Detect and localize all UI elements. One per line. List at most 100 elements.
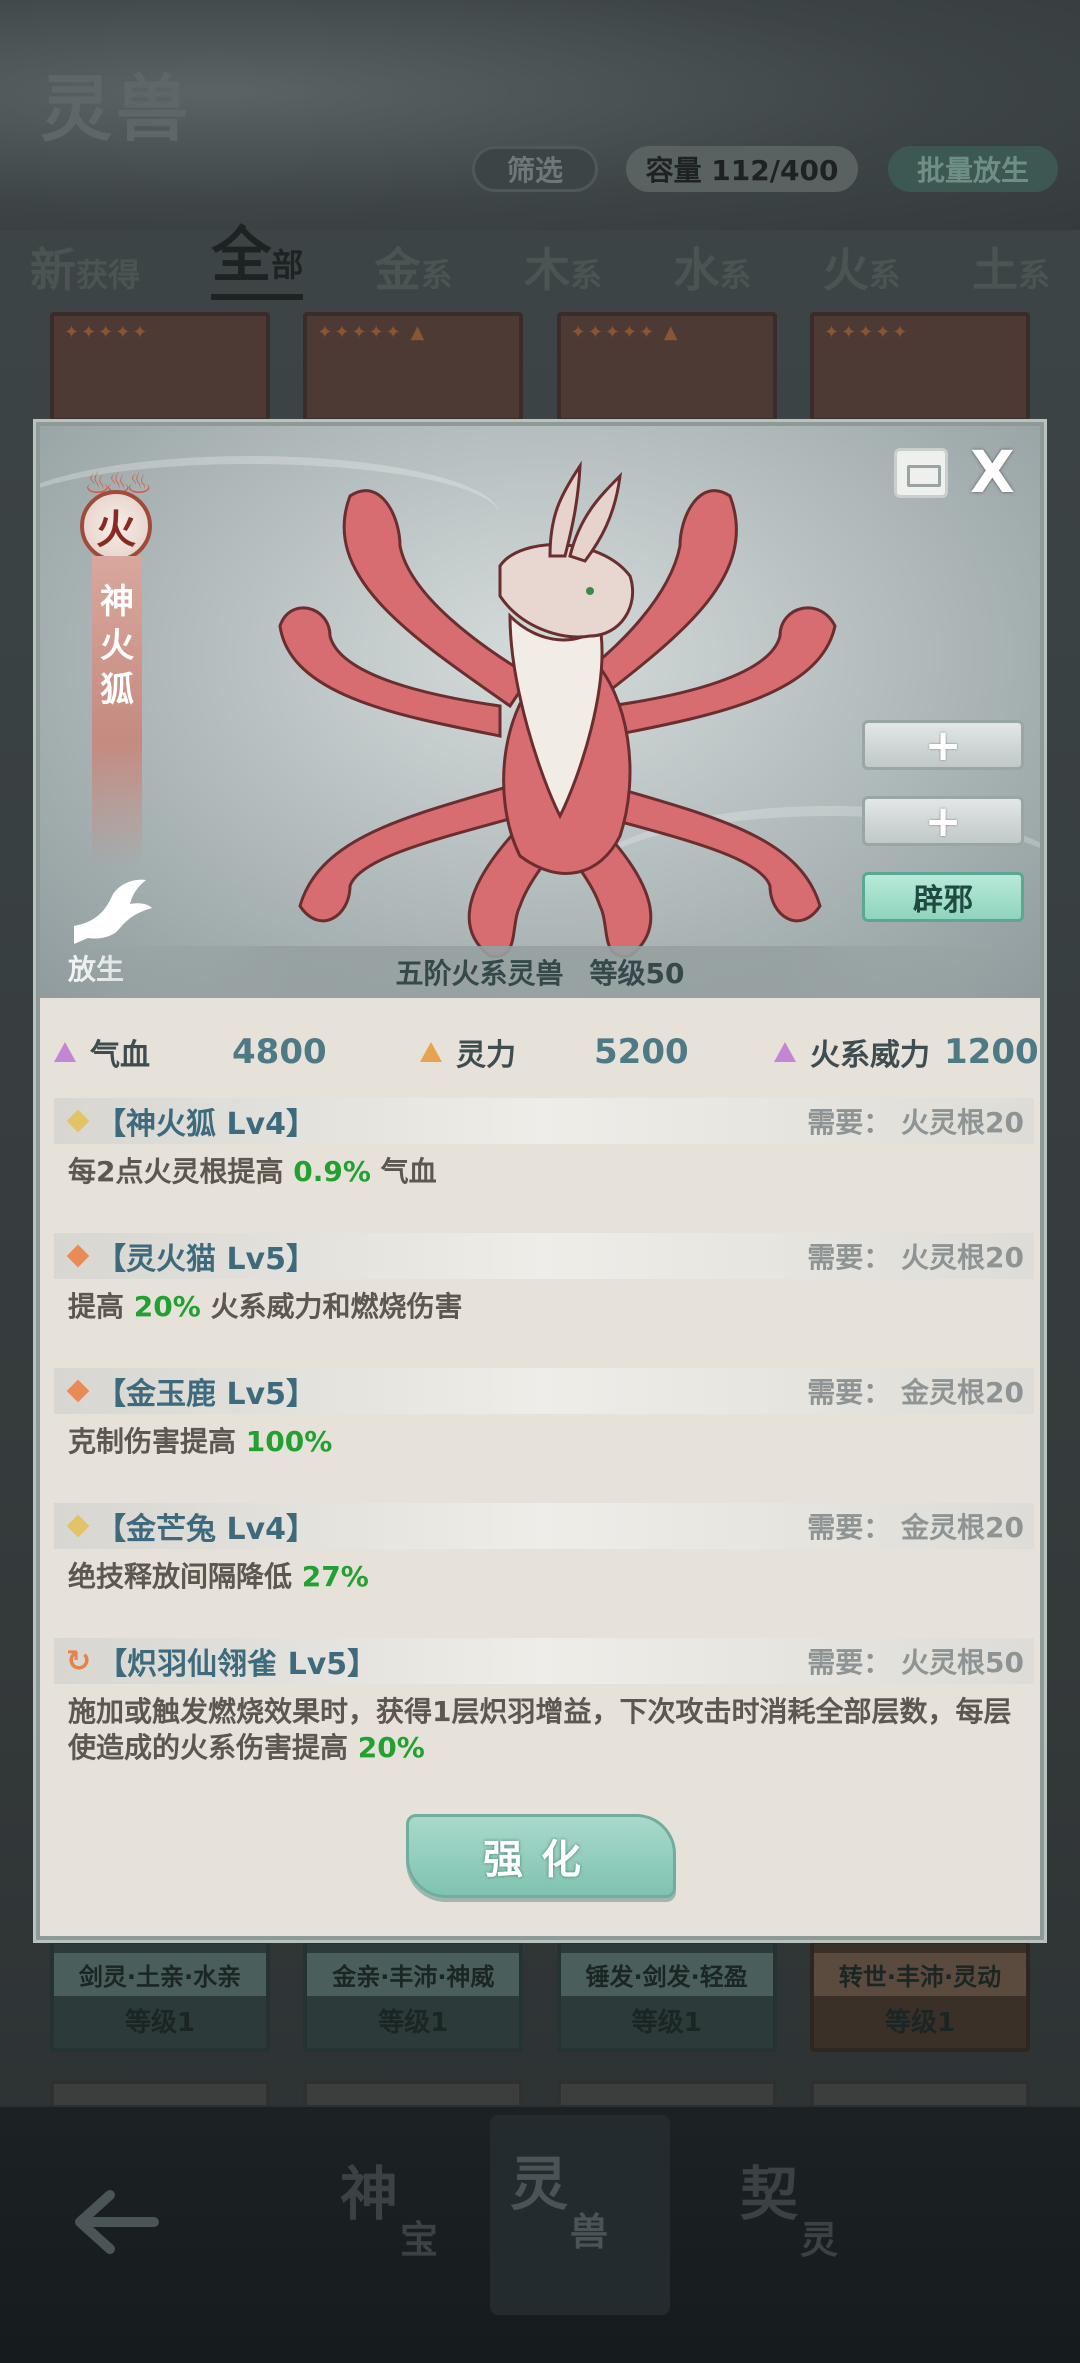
skill-requirement: 需要： 火灵根20 — [807, 1241, 1024, 1274]
skill-header: 【神火狐 Lv4】 需要： 火灵根20 — [54, 1098, 1034, 1144]
add-slot-button[interactable]: + — [862, 796, 1024, 847]
skill-requirement: 需要： 火灵根20 — [807, 1106, 1024, 1139]
skill-requirement: 需要： 金灵根20 — [807, 1511, 1024, 1544]
skill-description: 施加或触发燃烧效果时，获得1层炽羽增益，下次攻击时消耗全部层数，每层使造成的火系… — [68, 1695, 1012, 1764]
beast-card[interactable]: ✦✦✦✦✦ ▲ — [303, 312, 524, 422]
tab-wood[interactable]: 木系 — [524, 234, 602, 300]
diamond-icon — [66, 1244, 90, 1268]
stat-value: 4800 — [232, 1032, 327, 1072]
beast-rank-bar: 五阶火系灵兽 等级50 — [40, 946, 1040, 998]
skill-requirement: 需要： 火灵根50 — [807, 1646, 1024, 1679]
star-rating-icon: ✦✦✦✦✦ — [64, 322, 150, 343]
tab-fire[interactable]: 火系 — [823, 234, 901, 300]
beast-name-char: 火 — [100, 626, 134, 666]
triangle-icon — [54, 1042, 76, 1062]
skill-header: 【金芒兔 Lv4】 需要： 金灵根20 — [54, 1503, 1034, 1549]
skill-requirement: 需要： 金灵根20 — [807, 1376, 1024, 1409]
filter-button[interactable]: 筛选 — [472, 146, 598, 192]
skill-title: 【神火狐 Lv4】 — [96, 1107, 316, 1142]
tab-new[interactable]: 新获得 — [30, 234, 140, 300]
beast-card-tags: 锤发·剑发·轻盈 — [560, 1953, 773, 1996]
element-tabs: 新获得 全部 金系 木系 水系 火系 土系 — [30, 220, 1050, 300]
tab-earth[interactable]: 土系 — [972, 234, 1050, 300]
skill-description: 提高 20% 火系威力和燃烧伤害 — [68, 1290, 463, 1323]
skill-title: 【金玉鹿 Lv5】 — [96, 1377, 316, 1412]
beast-card-row-top: ✦✦✦✦✦ ✦✦✦✦✦ ▲ ✦✦✦✦✦ ▲ ✦✦✦✦✦ — [50, 312, 1030, 422]
skill-item: 【金芒兔 Lv4】 需要： 金灵根20 绝技释放间隔降低 27% — [54, 1503, 1034, 1605]
skill-item: 【神火狐 Lv4】 需要： 火灵根20 每2点火灵根提高 0.9% 气血 — [54, 1098, 1034, 1200]
stat-hp: 气血 — [54, 1030, 150, 1074]
stat-value: 5200 — [594, 1032, 689, 1072]
skill-description: 绝技释放间隔降低 27% — [68, 1560, 369, 1593]
add-slot-button[interactable]: + — [862, 720, 1024, 771]
beast-card-level: 等级1 — [378, 2008, 449, 2038]
beast-level-text: 等级50 — [589, 957, 685, 990]
fire-element-badge: 火 — [80, 490, 152, 562]
page-title: 灵兽 — [40, 66, 193, 151]
skill-header: ↻ 【炽羽仙翎雀 Lv5】 需要： 火灵根50 — [54, 1638, 1034, 1684]
star-rating-icon: ✦✦✦✦✦ — [823, 322, 910, 343]
tab-metal[interactable]: 金系 — [375, 234, 453, 300]
skill-item: ↻ 【炽羽仙翎雀 Lv5】 需要： 火灵根50 施加或触发燃烧效果时，获得1层炽羽… — [54, 1638, 1034, 1776]
beast-card[interactable]: ✦✦✦✦✦ ▲ — [556, 312, 777, 422]
diamond-icon — [66, 1514, 90, 1538]
stat-value: 1200 — [944, 1032, 1039, 1072]
stat-label: 气血 — [90, 1038, 150, 1073]
diamond-icon — [66, 1109, 90, 1133]
beast-card[interactable]: ✦✦✦✦✦ — [50, 312, 270, 422]
skill-description: 克制伤害提高 100% — [68, 1425, 333, 1458]
tab-all[interactable]: 全部 — [211, 207, 304, 300]
enhance-button[interactable]: 强化 — [406, 1814, 676, 1898]
stat-fire-power: 火系威力 — [774, 1030, 930, 1074]
beast-portrait-panel: ♨♨♨ 火 神 火 狐 放生 — [40, 426, 1040, 998]
beast-card-tags: 金亲·丰沛·神威 — [307, 1953, 520, 1996]
refresh-icon: ↻ — [66, 1643, 92, 1679]
back-arrow-icon[interactable] — [70, 2187, 160, 2257]
tab-water[interactable]: 水系 — [673, 234, 751, 300]
stats-row: 气血 4800 灵力 5200 火系威力 1200 — [54, 1024, 1039, 1080]
beast-rank-text: 五阶火系灵兽 — [395, 957, 564, 990]
nav-contract-spirit[interactable]: 契灵 — [720, 2147, 900, 2307]
beast-card[interactable]: 锤发·剑发·轻盈 等级1 — [556, 1940, 777, 2052]
skill-title: 【金芒兔 Lv4】 — [96, 1512, 316, 1547]
beast-card[interactable]: 剑灵·土亲·水亲 等级1 — [50, 1940, 270, 2052]
diamond-icon — [66, 1379, 90, 1403]
beast-card-tags: 转世·丰沛·灵动 — [813, 1953, 1026, 1996]
nine-tailed-fox-illustration — [278, 460, 837, 958]
beast-name-char: 神 — [100, 582, 134, 622]
beast-card-tags: 剑灵·土亲·水亲 — [54, 1953, 266, 1996]
skill-title: 【灵火猫 Lv5】 — [96, 1242, 316, 1277]
skill-item: 【灵火猫 Lv5】 需要： 火灵根20 提高 20% 火系威力和燃烧伤害 — [54, 1233, 1034, 1335]
bottom-nav: 神宝 灵兽 契灵 — [0, 2105, 1080, 2363]
batch-release-button[interactable]: 批量放生 — [888, 146, 1058, 192]
release-bird-icon[interactable] — [66, 874, 156, 954]
star-rating-icon: ✦✦✦✦✦ ▲ — [570, 322, 680, 343]
beast-card-level: 等级1 — [631, 2008, 702, 2038]
skill-description: 每2点火灵根提高 0.9% 气血 — [68, 1155, 437, 1188]
skill-item: 【金玉鹿 Lv5】 需要： 金灵根20 克制伤害提高 100% — [54, 1368, 1034, 1470]
stat-label: 灵力 — [456, 1038, 516, 1073]
star-rating-icon: ✦✦✦✦✦ ▲ — [317, 322, 427, 343]
nav-divine-treasure[interactable]: 神宝 — [320, 2147, 500, 2307]
triangle-icon — [774, 1042, 796, 1062]
stat-label: 火系威力 — [810, 1038, 930, 1073]
equipped-slot-button[interactable]: 辟邪 — [862, 872, 1024, 922]
beast-card-level: 等级1 — [124, 2008, 196, 2038]
triangle-icon — [420, 1042, 442, 1062]
beast-name-char: 狐 — [100, 670, 134, 710]
info-icon[interactable] — [894, 448, 948, 498]
skill-header: 【金玉鹿 Lv5】 需要： 金灵根20 — [54, 1368, 1034, 1414]
beast-card[interactable]: 金亲·丰沛·神威 等级1 — [303, 1940, 524, 2052]
beast-detail-modal: ♨♨♨ 火 神 火 狐 放生 — [36, 422, 1044, 1940]
beast-card-row-bottom: 剑灵·土亲·水亲 等级1 金亲·丰沛·神威 等级1 锤发·剑发·轻盈 等级1 转… — [50, 1940, 1030, 2052]
beast-card[interactable]: ✦✦✦✦✦ — [809, 312, 1030, 422]
nav-spirit-beast[interactable]: 灵兽 — [490, 2115, 670, 2315]
skill-header: 【灵火猫 Lv5】 需要： 火灵根20 — [54, 1233, 1034, 1279]
close-button[interactable]: X — [970, 438, 1030, 508]
beast-card-level: 等级1 — [884, 2008, 956, 2038]
capacity-indicator: 容量 112/400 — [626, 146, 858, 192]
beast-name-ribbon: 神 火 狐 — [92, 556, 142, 866]
beast-card[interactable]: 转世·丰沛·灵动 等级1 — [809, 1940, 1030, 2052]
stat-spirit: 灵力 — [420, 1030, 516, 1074]
skill-title: 【炽羽仙翎雀 Lv5】 — [97, 1647, 378, 1682]
